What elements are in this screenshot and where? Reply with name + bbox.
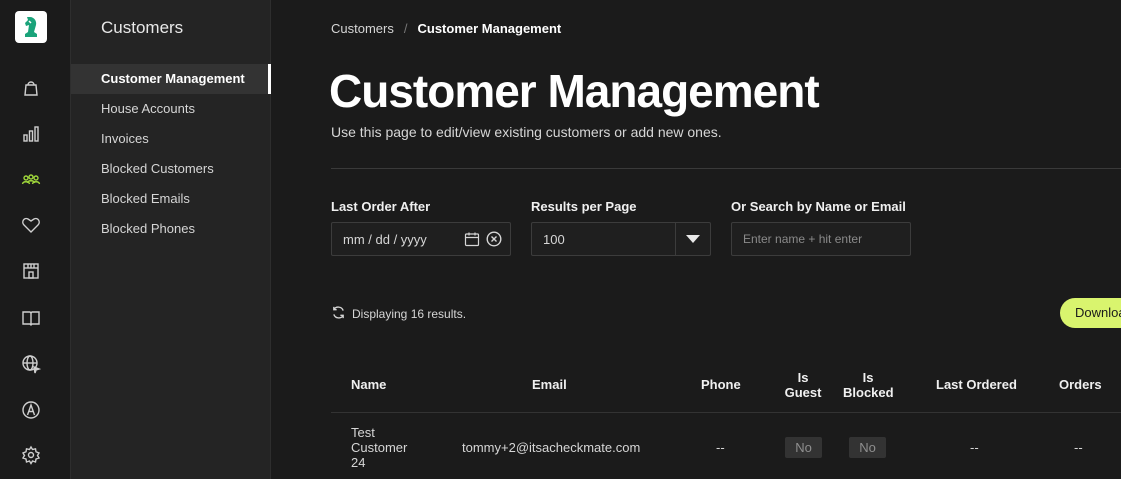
column-header-is-blocked-line2: Blocked [843, 385, 894, 400]
breadcrumb-current: Customer Management [417, 21, 562, 36]
subnav-item-blocked-phones[interactable]: Blocked Phones [71, 214, 271, 244]
breadcrumb: Customers / Customer Management [331, 21, 561, 36]
column-header-email[interactable]: Email [532, 377, 567, 392]
page-title: Customer Management [329, 65, 820, 117]
main-content: Customers / Customer Management Customer… [271, 0, 1121, 479]
loyalty-heart-icon[interactable] [19, 213, 43, 237]
calendar-icon[interactable] [464, 231, 480, 250]
cell-email: tommy+2@itsacheckmate.com [462, 440, 641, 455]
is-blocked-badge: No [849, 437, 886, 458]
cell-orders: -- [1074, 440, 1083, 455]
cell-customer-name[interactable]: Test Customer 24 [351, 425, 407, 470]
refresh-icon[interactable] [331, 305, 346, 323]
customer-name-line1: Test [351, 425, 375, 440]
subnav-item-customer-management[interactable]: Customer Management [71, 64, 271, 94]
clear-date-icon[interactable] [486, 231, 502, 250]
results-count-text: Displaying 16 results. [352, 307, 467, 321]
column-header-is-blocked-line1: Is [862, 370, 874, 385]
header-divider [331, 168, 1121, 169]
column-header-is-guest-line2: Guest [784, 385, 822, 400]
select-divider [675, 223, 676, 255]
web-globe-icon[interactable] [19, 352, 43, 376]
column-header-is-guest[interactable]: Is Guest [783, 370, 823, 400]
download-button[interactable]: Download [1060, 298, 1121, 328]
checkmate-logo[interactable] [15, 11, 47, 43]
breadcrumb-parent[interactable]: Customers [331, 21, 394, 36]
page-subtitle: Use this page to edit/view existing cust… [331, 124, 722, 140]
customer-name-line3: 24 [351, 455, 366, 470]
is-guest-badge: No [785, 437, 822, 458]
date-input-value: mm / dd / yyyy [343, 231, 427, 247]
last-order-date-input[interactable]: mm / dd / yyyy [331, 222, 511, 256]
column-header-phone[interactable]: Phone [701, 377, 741, 392]
reports-bar-chart-icon[interactable] [19, 122, 43, 146]
cell-last-ordered: -- [970, 440, 979, 455]
results-summary: Displaying 16 results. [331, 305, 466, 323]
ordering-app-icon[interactable] [19, 398, 43, 422]
app-root: Customers Customer Management House Acco… [0, 0, 1121, 479]
customer-name-line2: Customer [351, 440, 408, 455]
customers-people-icon[interactable] [19, 168, 43, 192]
customers-subnav: Customers Customer Management House Acco… [71, 0, 271, 479]
table-header-divider [331, 412, 1121, 413]
search-label: Or Search by Name or Email [731, 199, 906, 214]
subnav-item-house-accounts[interactable]: House Accounts [71, 94, 271, 124]
column-header-name[interactable]: Name [351, 377, 386, 392]
menu-book-icon[interactable] [19, 306, 43, 330]
column-header-is-blocked[interactable]: Is Blocked [843, 370, 894, 400]
last-order-label: Last Order After [331, 199, 431, 214]
store-icon[interactable] [19, 259, 43, 283]
search-input[interactable]: Enter name + hit enter [731, 222, 911, 256]
subnav-item-invoices[interactable]: Invoices [71, 124, 271, 154]
cell-phone: -- [716, 440, 725, 455]
results-per-page-label: Results per Page [531, 199, 637, 214]
column-header-last-ordered[interactable]: Last Ordered [936, 377, 1017, 392]
subnav-title: Customers [101, 18, 184, 37]
breadcrumb-separator: / [403, 21, 408, 36]
subnav-item-blocked-customers[interactable]: Blocked Customers [71, 154, 271, 184]
chevron-down-icon[interactable] [686, 235, 700, 243]
settings-gear-icon[interactable] [19, 443, 43, 467]
results-per-page-value: 100 [543, 231, 565, 247]
search-placeholder: Enter name + hit enter [743, 232, 863, 246]
icon-rail [0, 0, 71, 479]
orders-bag-icon[interactable] [19, 76, 43, 100]
column-header-orders[interactable]: Orders [1059, 377, 1102, 392]
column-header-is-guest-line1: Is [797, 370, 809, 385]
subnav-item-blocked-emails[interactable]: Blocked Emails [71, 184, 271, 214]
results-per-page-select[interactable]: 100 [531, 222, 711, 256]
